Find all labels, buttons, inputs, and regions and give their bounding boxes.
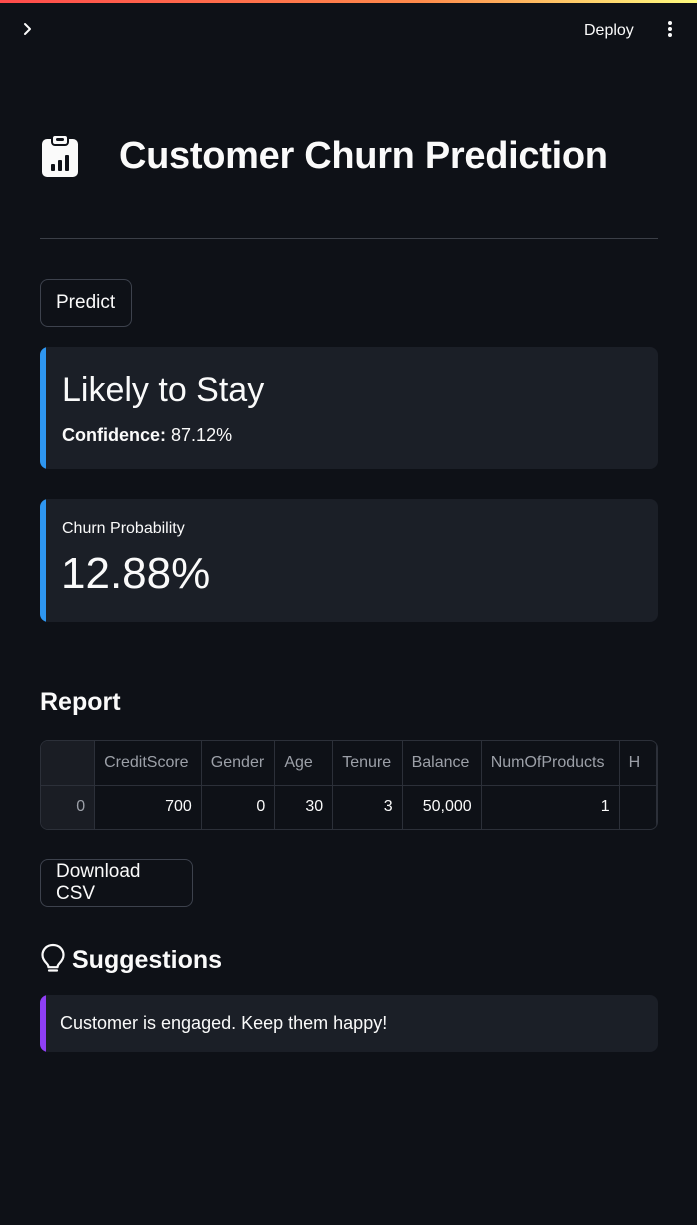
expand-sidebar-button[interactable] xyxy=(16,17,40,45)
more-vertical-icon xyxy=(667,20,673,43)
app-header: Deploy xyxy=(0,3,697,59)
suggestion-card: Customer is engaged. Keep them happy! xyxy=(40,995,658,1052)
lightbulb-icon xyxy=(40,943,66,978)
column-header[interactable]: NumOfProducts xyxy=(481,741,620,786)
suggestions-heading-row: Suggestions xyxy=(40,940,222,980)
table-cell[interactable]: 3 xyxy=(332,785,403,829)
page-title-row: Customer Churn Prediction xyxy=(40,126,658,186)
download-csv-button[interactable]: Download CSV xyxy=(40,859,193,907)
predict-button[interactable]: Predict xyxy=(40,279,132,327)
confidence-value: 87.12% xyxy=(171,425,233,445)
clipboard-chart-icon xyxy=(40,134,80,178)
main-menu-button[interactable] xyxy=(656,17,684,45)
column-header[interactable]: H xyxy=(619,741,657,786)
table-cell[interactable]: 0 xyxy=(201,785,276,829)
table-cell[interactable]: 700 xyxy=(94,785,202,829)
column-header[interactable]: Balance xyxy=(402,741,482,786)
table-cell[interactable]: 30 xyxy=(274,785,334,829)
column-header[interactable]: Tenure xyxy=(332,741,403,786)
churn-probability-metric: Churn Probability 12.88% xyxy=(40,499,658,622)
confidence-label: Confidence: xyxy=(62,425,167,445)
divider xyxy=(40,238,658,239)
page-title: Customer Churn Prediction xyxy=(119,134,608,177)
chevron-right-icon xyxy=(22,22,34,41)
report-heading: Report xyxy=(40,688,121,716)
table-row: 0 700 0 30 3 50,000 1 xyxy=(41,785,657,829)
metric-label: Churn Probability xyxy=(62,520,185,537)
suggestion-text: Customer is engaged. Keep them happy! xyxy=(60,1013,388,1033)
report-table[interactable]: CreditScore Gender Age Tenure Balance Nu… xyxy=(40,740,658,830)
column-header[interactable]: CreditScore xyxy=(94,741,202,786)
column-header[interactable]: Gender xyxy=(201,741,276,786)
metric-value: 12.88% xyxy=(61,549,211,598)
prediction-result-card: Likely to Stay Confidence: 87.12% xyxy=(40,347,658,469)
deploy-button[interactable]: Deploy xyxy=(572,15,646,47)
column-header[interactable] xyxy=(41,741,96,786)
column-header[interactable]: Age xyxy=(274,741,334,786)
table-cell[interactable] xyxy=(619,785,657,829)
confidence-line: Confidence: 87.12% xyxy=(62,425,232,446)
table-cell[interactable]: 50,000 xyxy=(402,785,482,829)
table-header-row: CreditScore Gender Age Tenure Balance Nu… xyxy=(41,741,657,786)
row-index: 0 xyxy=(41,785,96,829)
table-cell[interactable]: 1 xyxy=(481,785,620,829)
suggestions-heading: Suggestions xyxy=(72,945,223,974)
prediction-headline: Likely to Stay xyxy=(62,371,265,409)
